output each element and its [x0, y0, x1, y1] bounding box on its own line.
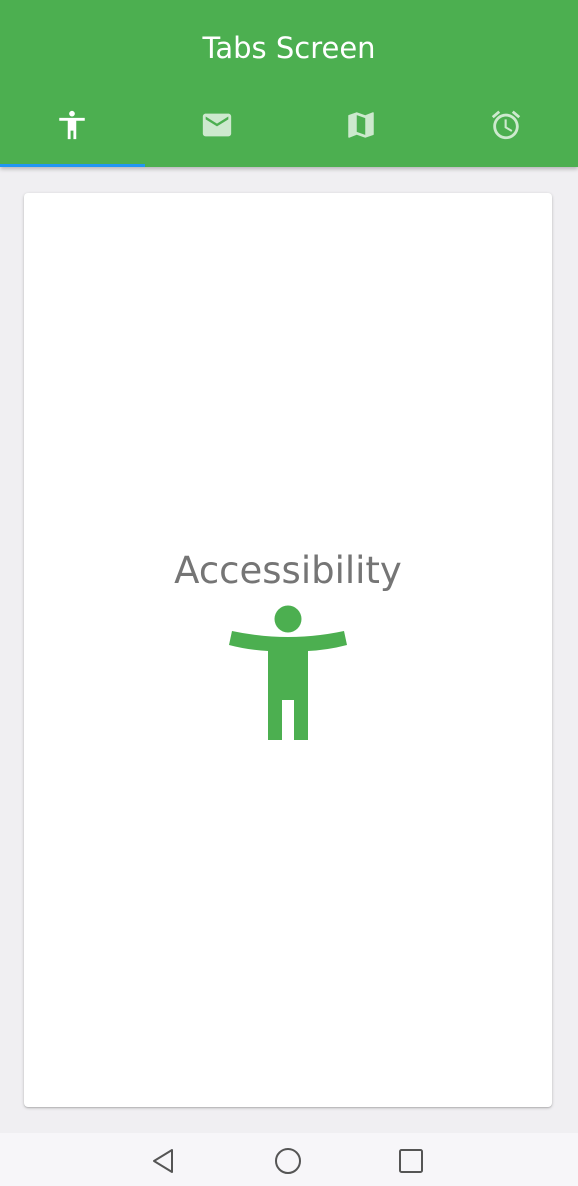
home-icon[interactable]: [273, 1146, 303, 1176]
page-title: Tabs Screen: [202, 31, 376, 65]
tab-alarm[interactable]: [434, 94, 578, 167]
recents-icon[interactable]: [396, 1146, 426, 1176]
content-icon-wrapper: [228, 604, 348, 744]
alarm-icon: [491, 110, 520, 140]
tab-map[interactable]: [289, 94, 434, 167]
mail-icon: [202, 113, 231, 137]
content-label: Accessibility: [174, 549, 402, 592]
map-icon: [348, 112, 374, 138]
content-card: Accessibility: [24, 193, 552, 1107]
accessibility-icon: [229, 605, 347, 740]
tab-accessibility[interactable]: [0, 94, 145, 167]
accessibility-icon: [59, 110, 85, 140]
tab-indicator: [0, 164, 145, 167]
app-bar: Tabs Screen: [0, 0, 578, 167]
tab-bar: [0, 94, 578, 167]
system-nav-bar: [0, 1133, 578, 1186]
tab-mail[interactable]: [145, 94, 290, 167]
back-icon[interactable]: [148, 1146, 178, 1176]
